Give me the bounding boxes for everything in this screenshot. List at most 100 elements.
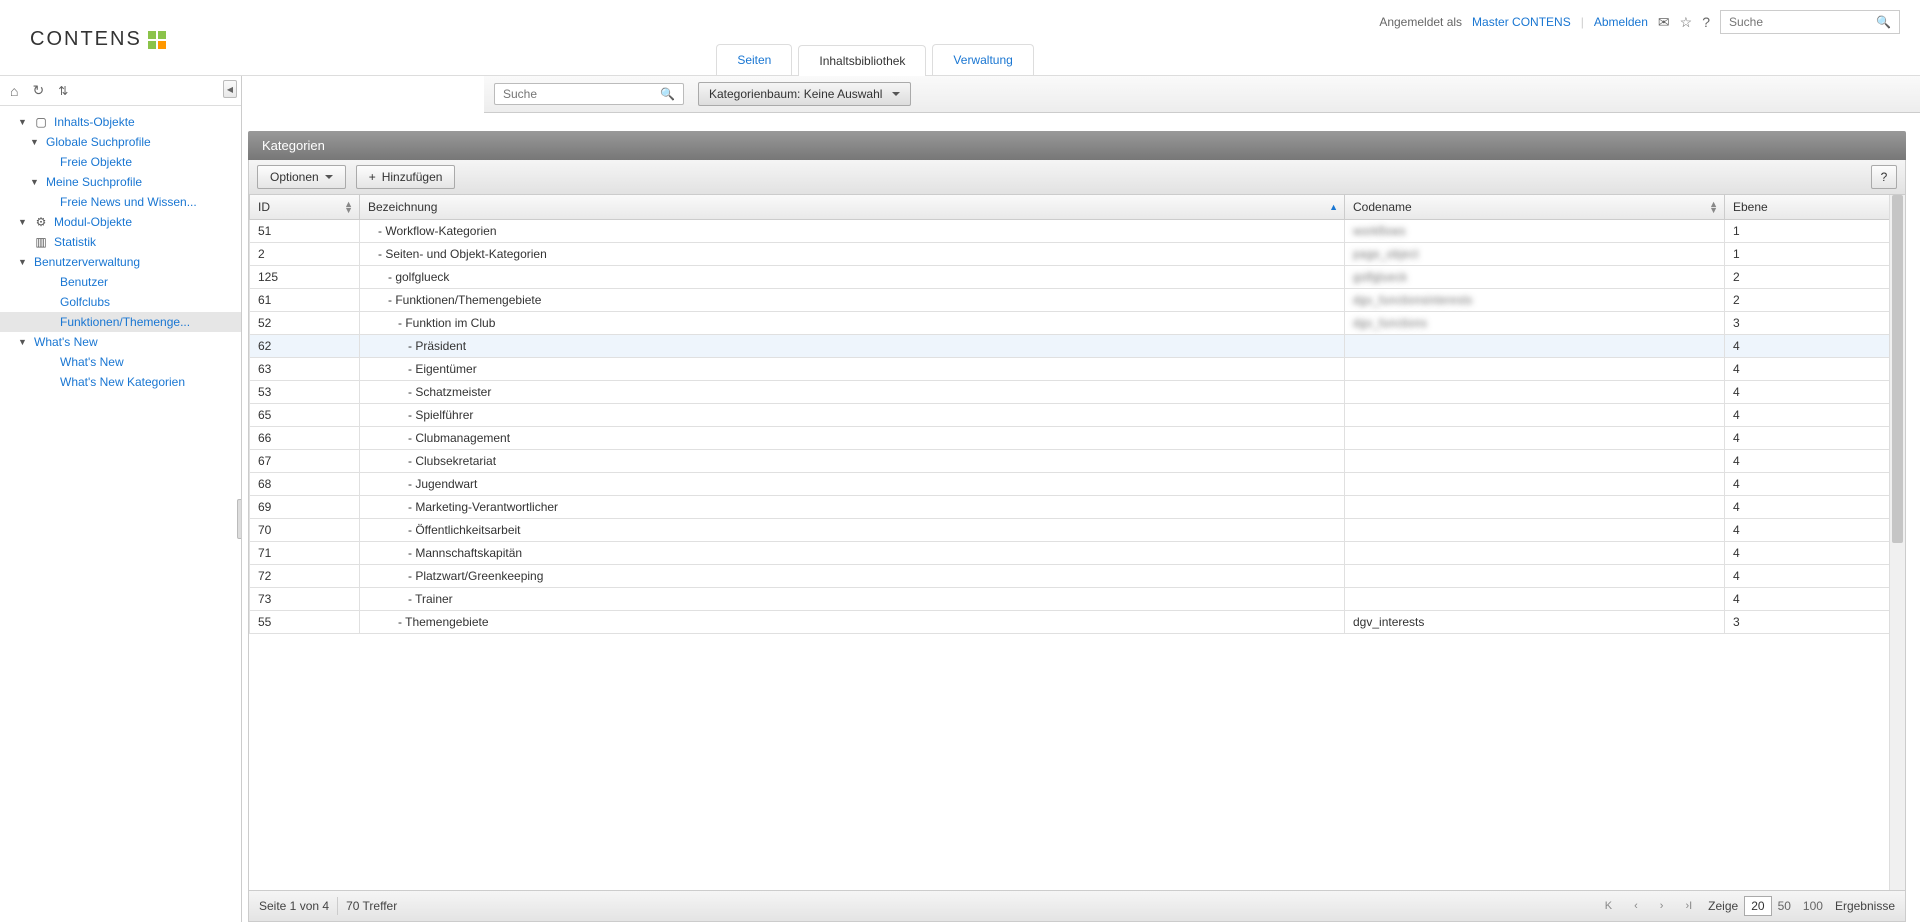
cell-level: 4 — [1725, 427, 1905, 450]
header: CONTENS SeitenInhaltsbibliothekVerwaltun… — [0, 0, 1920, 76]
table-row[interactable]: 62- Präsident4 — [250, 335, 1905, 358]
chevron-down-icon: ▼ — [18, 217, 28, 227]
add-label: Hinzufügen — [382, 170, 443, 184]
panel-help-button[interactable]: ? — [1871, 165, 1897, 189]
scrollbar[interactable] — [1889, 195, 1905, 890]
content-search[interactable]: 🔍 — [494, 83, 684, 105]
page-size-option[interactable]: 100 — [1797, 897, 1829, 915]
cell-level: 4 — [1725, 358, 1905, 381]
table-row[interactable]: 70- Öffentlichkeitsarbeit4 — [250, 519, 1905, 542]
sidebar-item[interactable]: ▼Meine Suchprofile — [0, 172, 241, 192]
cell-id: 65 — [250, 404, 360, 427]
sidebar-item[interactable]: ▼Benutzerverwaltung — [0, 252, 241, 272]
column-header[interactable]: Ebene▲▼ — [1725, 195, 1905, 220]
cell-level: 4 — [1725, 565, 1905, 588]
categories-table: ID▲▼Bezeichnung▲Codename▲▼Ebene▲▼ 51- Wo… — [249, 195, 1905, 634]
options-button[interactable]: Optionen — [257, 165, 346, 189]
table-row[interactable]: 53- Schatzmeister4 — [250, 381, 1905, 404]
tab-verwaltung[interactable]: Verwaltung — [932, 44, 1033, 75]
table-row[interactable]: 66- Clubmanagement4 — [250, 427, 1905, 450]
sidebar-item[interactable]: What's New Kategorien — [0, 372, 241, 392]
cell-name: - Spielführer — [360, 404, 1345, 427]
table-row[interactable]: 68- Jugendwart4 — [250, 473, 1905, 496]
content: 🔍 Kategorienbaum: Keine Auswahl Kategori… — [242, 76, 1920, 922]
results-label: Ergebnisse — [1835, 899, 1895, 913]
column-header[interactable]: Bezeichnung▲ — [360, 195, 1345, 220]
content-search-input[interactable] — [503, 87, 653, 101]
table-row[interactable]: 71- Mannschaftskapitän4 — [250, 542, 1905, 565]
sidebar-item[interactable]: ▼▢Inhalts-Objekte — [0, 112, 241, 132]
table-row[interactable]: 2- Seiten- und Objekt-Kategorienpage_obj… — [250, 243, 1905, 266]
cell-name: - Schatzmeister — [360, 381, 1345, 404]
sidebar-item[interactable]: Golfclubs — [0, 292, 241, 312]
table-row[interactable]: 69- Marketing-Verantwortlicher4 — [250, 496, 1905, 519]
pager-last-icon[interactable]: ›I — [1679, 898, 1698, 914]
add-button[interactable]: + Hinzufügen — [356, 165, 456, 189]
page-size-option[interactable]: 20 — [1744, 896, 1771, 916]
sidebar-item[interactable]: Freie News und Wissen... — [0, 192, 241, 212]
cell-level: 1 — [1725, 220, 1905, 243]
sidebar-item[interactable]: Freie Objekte — [0, 152, 241, 172]
help-icon[interactable]: ? — [1702, 14, 1710, 30]
user-link[interactable]: Master CONTENS — [1472, 15, 1571, 29]
cell-name: - Öffentlichkeitsarbeit — [360, 519, 1345, 542]
page-size-option[interactable]: 50 — [1772, 897, 1797, 915]
sidebar-item[interactable]: Funktionen/Themenge... — [0, 312, 241, 332]
sidebar-item[interactable]: ▼Globale Suchprofile — [0, 132, 241, 152]
sidebar-item-label: What's New — [34, 335, 98, 349]
show-label: Zeige — [1708, 899, 1738, 913]
mail-icon[interactable]: ✉ — [1658, 14, 1670, 31]
column-header[interactable]: ID▲▼ — [250, 195, 360, 220]
table-row[interactable]: 125- golfglueckgolfglueck2 — [250, 266, 1905, 289]
category-tree-dropdown[interactable]: Kategorienbaum: Keine Auswahl — [698, 82, 911, 106]
tab-inhaltsbibliothek[interactable]: Inhaltsbibliothek — [798, 45, 926, 76]
search-icon[interactable]: 🔍 — [660, 87, 675, 101]
cell-id: 71 — [250, 542, 360, 565]
table-row[interactable]: 63- Eigentümer4 — [250, 358, 1905, 381]
cell-level: 4 — [1725, 473, 1905, 496]
cell-name: - Funktionen/Themengebiete — [360, 289, 1345, 312]
table-row[interactable]: 73- Trainer4 — [250, 588, 1905, 611]
cell-level: 4 — [1725, 335, 1905, 358]
cell-code — [1345, 427, 1725, 450]
table-row[interactable]: 55- Themengebietedgv_interests3 — [250, 611, 1905, 634]
global-search[interactable]: 🔍 — [1720, 10, 1900, 34]
scrollbar-thumb[interactable] — [1892, 195, 1903, 543]
sidebar-item-label: Benutzer — [60, 275, 108, 289]
pager-next-icon[interactable]: › — [1654, 898, 1670, 914]
hit-count: 70 Treffer — [346, 899, 397, 913]
sidebar-item-label: Statistik — [54, 235, 96, 249]
refresh-icon[interactable]: ↻ — [32, 82, 44, 99]
global-search-input[interactable] — [1729, 15, 1869, 29]
table-row[interactable]: 72- Platzwart/Greenkeeping4 — [250, 565, 1905, 588]
sidebar-item-label: What's New Kategorien — [60, 375, 185, 389]
logout-link[interactable]: Abmelden — [1594, 15, 1648, 29]
table-row[interactable]: 67- Clubsekretariat4 — [250, 450, 1905, 473]
sidebar-item[interactable]: What's New — [0, 352, 241, 372]
pager-first-icon[interactable]: K — [1599, 898, 1618, 914]
logo-icon — [148, 31, 166, 49]
settings-icon[interactable]: ⇅ — [58, 84, 68, 98]
logo[interactable]: CONTENS — [30, 28, 166, 51]
home-icon[interactable]: ⌂ — [10, 83, 18, 99]
table-row[interactable]: 52- Funktion im Clubdgv_functions3 — [250, 312, 1905, 335]
cell-level: 3 — [1725, 312, 1905, 335]
cell-code — [1345, 358, 1725, 381]
pager-prev-icon[interactable]: ‹ — [1628, 898, 1644, 914]
sidebar-item-label: Freie Objekte — [60, 155, 132, 169]
table-row[interactable]: 65- Spielführer4 — [250, 404, 1905, 427]
table-row[interactable]: 51- Workflow-Kategorienworkflows1 — [250, 220, 1905, 243]
cube-icon: ⚙ — [34, 215, 48, 229]
column-header[interactable]: Codename▲▼ — [1345, 195, 1725, 220]
star-icon[interactable]: ☆ — [1680, 14, 1693, 31]
options-label: Optionen — [270, 170, 319, 184]
collapse-sidebar-icon[interactable]: ◀ — [223, 80, 237, 98]
tab-seiten[interactable]: Seiten — [716, 44, 792, 75]
sidebar-item[interactable]: Benutzer — [0, 272, 241, 292]
sidebar-item[interactable]: ▼⚙Modul-Objekte — [0, 212, 241, 232]
resize-handle[interactable] — [237, 499, 242, 539]
search-icon[interactable]: 🔍 — [1876, 15, 1891, 29]
sidebar-item[interactable]: ▥Statistik — [0, 232, 241, 252]
sidebar-item[interactable]: ▼What's New — [0, 332, 241, 352]
table-row[interactable]: 61- Funktionen/Themengebietedgv_function… — [250, 289, 1905, 312]
